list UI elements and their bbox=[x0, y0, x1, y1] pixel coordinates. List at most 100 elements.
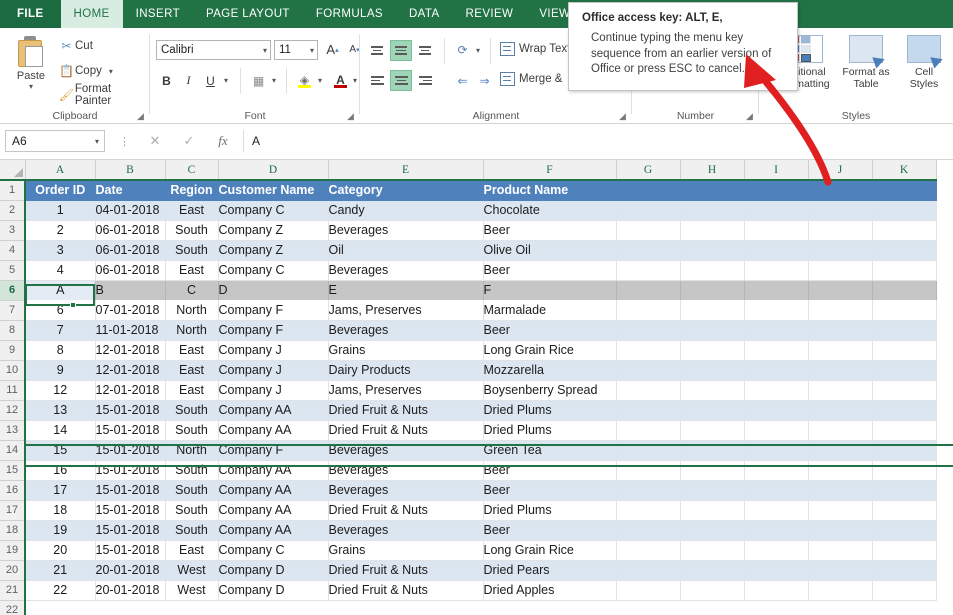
cell-K22[interactable] bbox=[872, 600, 936, 615]
cell-J3[interactable] bbox=[808, 220, 873, 241]
cell-A21[interactable]: 22 bbox=[25, 580, 96, 601]
cell-H7[interactable] bbox=[680, 300, 745, 321]
cell-J10[interactable] bbox=[808, 360, 873, 381]
cell-G2[interactable] bbox=[616, 200, 681, 221]
cell-C14[interactable]: North bbox=[165, 440, 219, 461]
cell-E20[interactable]: Dried Fruit & Nuts bbox=[328, 560, 484, 581]
cell-F2[interactable]: Chocolate bbox=[483, 200, 617, 221]
cell-F7[interactable]: Marmalade bbox=[483, 300, 617, 321]
row-header-4[interactable]: 4 bbox=[0, 240, 26, 261]
cell-J7[interactable] bbox=[808, 300, 873, 321]
cell-A20[interactable]: 21 bbox=[25, 560, 96, 581]
cell-G15[interactable] bbox=[616, 460, 681, 481]
cell-E11[interactable]: Jams, Preserves bbox=[328, 380, 484, 401]
cell-A9[interactable]: 8 bbox=[25, 340, 96, 361]
cell-F3[interactable]: Beer bbox=[483, 220, 617, 241]
cell-D14[interactable]: Company F bbox=[218, 440, 329, 461]
table-row[interactable]: 7 6 07-01-2018 North Company F Jams, Preserve… bbox=[0, 300, 937, 321]
cell-B8[interactable]: 11-01-2018 bbox=[95, 320, 166, 341]
cell-I19[interactable] bbox=[744, 540, 809, 561]
cell-G22[interactable] bbox=[616, 600, 680, 615]
cell-H8[interactable] bbox=[680, 320, 745, 341]
column-header-f[interactable]: F bbox=[483, 160, 617, 181]
cell-G3[interactable] bbox=[616, 220, 681, 241]
cell-C15[interactable]: South bbox=[165, 460, 219, 481]
cell-H17[interactable] bbox=[680, 500, 745, 521]
cell-C7[interactable]: North bbox=[165, 300, 219, 321]
cell-F11[interactable]: Boysenberry Spread bbox=[483, 380, 617, 401]
cell-B18[interactable]: 15-01-2018 bbox=[95, 520, 166, 541]
font-dialog-launcher[interactable]: ◢ bbox=[347, 112, 356, 121]
font-family-input[interactable]: Calibri ▾ bbox=[156, 40, 271, 60]
cell-A13[interactable]: 14 bbox=[25, 420, 96, 441]
cell-D11[interactable]: Company J bbox=[218, 380, 329, 401]
cell-I7[interactable] bbox=[744, 300, 809, 321]
cell-C11[interactable]: East bbox=[165, 380, 219, 401]
cell-F1[interactable]: Product Name bbox=[483, 180, 617, 201]
cell-D8[interactable]: Company F bbox=[218, 320, 329, 341]
cell-K5[interactable] bbox=[872, 260, 937, 281]
cell-B5[interactable]: 06-01-2018 bbox=[95, 260, 166, 281]
cell-K3[interactable] bbox=[872, 220, 937, 241]
cell-J19[interactable] bbox=[808, 540, 873, 561]
cell-D16[interactable]: Company AA bbox=[218, 480, 329, 501]
cell-F20[interactable]: Dried Pears bbox=[483, 560, 617, 581]
cell-G6[interactable] bbox=[616, 280, 681, 300]
column-header-g[interactable]: G bbox=[616, 160, 681, 181]
table-row[interactable]: 12 13 15-01-2018 South Company AA Dried Fruit… bbox=[0, 400, 937, 421]
cell-E14[interactable]: Beverages bbox=[328, 440, 484, 461]
table-row[interactable]: 11 12 12-01-2018 East Company J Jams, Preserv… bbox=[0, 380, 937, 401]
spreadsheet-grid[interactable]: A B C D E F G H I J K 1 Order ID Date Region Customer N… bbox=[0, 160, 953, 615]
cell-G19[interactable] bbox=[616, 540, 681, 561]
cell-H19[interactable] bbox=[680, 540, 745, 561]
cell-B15[interactable]: 15-01-2018 bbox=[95, 460, 166, 481]
cell-A12[interactable]: 13 bbox=[25, 400, 96, 421]
cell-H16[interactable] bbox=[680, 480, 745, 501]
table-row[interactable]: 14 15 15-01-2018 North Company F Beverages Gre… bbox=[0, 440, 937, 461]
tab-data[interactable]: DATA bbox=[396, 0, 453, 28]
cell-F13[interactable]: Dried Plums bbox=[483, 420, 617, 441]
column-header-e[interactable]: E bbox=[328, 160, 484, 181]
cell-E13[interactable]: Dried Fruit & Nuts bbox=[328, 420, 484, 441]
row-header-17[interactable]: 17 bbox=[0, 500, 26, 521]
cell-K13[interactable] bbox=[872, 420, 937, 441]
cell-J16[interactable] bbox=[808, 480, 873, 501]
cell-C21[interactable]: West bbox=[165, 580, 219, 601]
cell-G17[interactable] bbox=[616, 500, 681, 521]
cell-G7[interactable] bbox=[616, 300, 681, 321]
row-header-12[interactable]: 12 bbox=[0, 400, 26, 421]
merge-center-button[interactable]: Merge & bbox=[500, 69, 562, 89]
cell-B7[interactable]: 07-01-2018 bbox=[95, 300, 166, 321]
cell-H15[interactable] bbox=[680, 460, 745, 481]
cell-H21[interactable] bbox=[680, 580, 745, 601]
format-painter-button[interactable]: 🖌 Format Painter bbox=[58, 83, 150, 107]
cell-J11[interactable] bbox=[808, 380, 873, 401]
alignment-dialog-launcher[interactable]: ◢ bbox=[619, 112, 628, 121]
cell-H9[interactable] bbox=[680, 340, 745, 361]
cell-I16[interactable] bbox=[744, 480, 809, 501]
cell-F17[interactable]: Dried Plums bbox=[483, 500, 617, 521]
cell-C17[interactable]: South bbox=[165, 500, 219, 521]
cell-E15[interactable]: Beverages bbox=[328, 460, 484, 481]
cell-E19[interactable]: Grains bbox=[328, 540, 484, 561]
cell-D17[interactable]: Company AA bbox=[218, 500, 329, 521]
chevron-down-icon[interactable]: ▾ bbox=[263, 46, 267, 55]
chevron-down-icon[interactable]: ▾ bbox=[272, 77, 276, 85]
cell-E10[interactable]: Dairy Products bbox=[328, 360, 484, 381]
cell-A2[interactable]: 1 bbox=[25, 200, 96, 221]
cell-B6[interactable]: B bbox=[95, 280, 166, 300]
cell-I5[interactable] bbox=[744, 260, 809, 281]
cell-D13[interactable]: Company AA bbox=[218, 420, 329, 441]
cell-K20[interactable] bbox=[872, 560, 937, 581]
cell-J6[interactable] bbox=[808, 280, 873, 300]
cell-A7[interactable]: 6 bbox=[25, 300, 96, 321]
row-header-21[interactable]: 21 bbox=[0, 580, 26, 601]
cell-H20[interactable] bbox=[680, 560, 745, 581]
cell-D21[interactable]: Company D bbox=[218, 580, 329, 601]
table-row[interactable]: 9 8 12-01-2018 East Company J Grains Long Grai… bbox=[0, 340, 937, 361]
chevron-down-icon[interactable]: ▾ bbox=[353, 77, 357, 85]
cell-D6[interactable]: D bbox=[218, 280, 329, 300]
cell-H2[interactable] bbox=[680, 200, 745, 221]
cell-H4[interactable] bbox=[680, 240, 745, 261]
cell-H3[interactable] bbox=[680, 220, 745, 241]
